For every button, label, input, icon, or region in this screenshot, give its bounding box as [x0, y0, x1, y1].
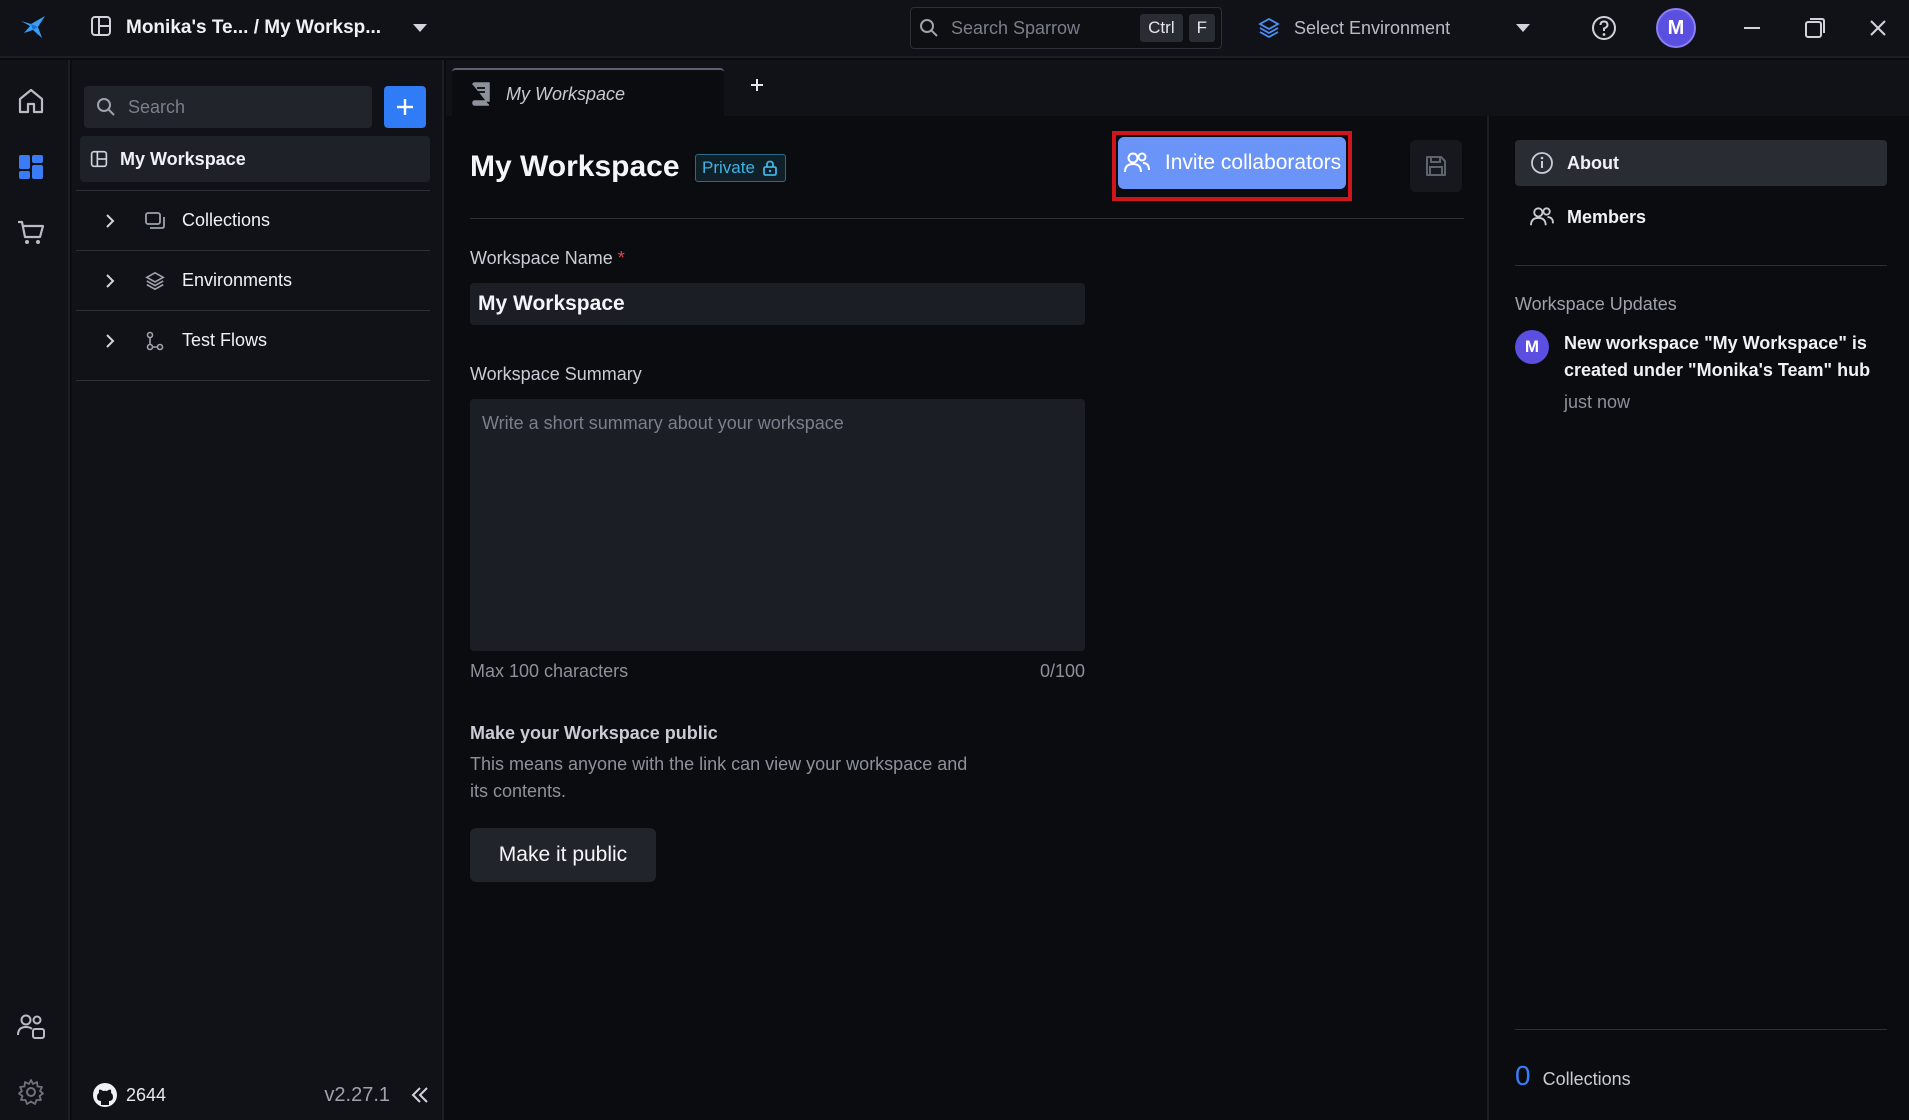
panel-divider — [1515, 265, 1887, 266]
github-stars-count: 2644 — [126, 1084, 167, 1105]
update-timestamp: just now — [1564, 392, 1631, 412]
workspace-name-label: Workspace Name * — [470, 248, 625, 269]
make-public-button[interactable]: Make it public — [470, 828, 656, 882]
chevron-right-icon — [90, 333, 130, 349]
environment-select[interactable]: Select Environment — [1258, 8, 1538, 48]
make-public-description: This means anyone with the link can view… — [470, 754, 968, 801]
collapse-sidebar-icon[interactable] — [408, 1083, 432, 1107]
sidebar-divider — [76, 380, 430, 381]
chevron-right-icon — [90, 213, 130, 229]
collections-count-stat: 0 Collections — [1515, 1060, 1631, 1092]
tab-bar: My Workspace — [446, 60, 1909, 118]
update-message: New workspace "My Workspace" is created … — [1564, 333, 1871, 380]
layers-icon — [1258, 17, 1280, 39]
chevron-right-icon — [90, 273, 130, 289]
sidebar-search-input[interactable]: Search — [84, 86, 372, 128]
global-search[interactable]: Search Sparrow Ctrl F — [910, 7, 1222, 49]
restore-window-icon[interactable] — [1801, 14, 1829, 42]
info-icon — [1529, 151, 1555, 175]
update-avatar: M — [1515, 330, 1549, 364]
add-new-button[interactable] — [384, 86, 426, 128]
lock-icon — [761, 159, 779, 177]
plus-icon — [394, 96, 416, 118]
github-icon[interactable] — [92, 1082, 118, 1108]
sidebar-item-test-flows[interactable]: Test Flows — [76, 310, 430, 370]
private-badge: Private — [695, 154, 786, 182]
workspace-grid-icon — [90, 15, 112, 42]
make-public-title: Make your Workspace public — [470, 723, 718, 743]
shortcut-key-ctrl: Ctrl — [1140, 14, 1183, 42]
workspace-grid-icon — [90, 150, 108, 168]
panel-nav-label: Members — [1567, 206, 1647, 227]
top-bar: Monika's Te... / My Worksp... Search Spa… — [0, 0, 1909, 58]
user-avatar[interactable]: M — [1656, 8, 1696, 48]
left-rail — [0, 60, 70, 1120]
settings-gear-icon[interactable] — [14, 1075, 48, 1109]
members-icon — [1123, 151, 1151, 175]
workspace-name-input[interactable] — [470, 283, 1085, 325]
help-icon[interactable] — [1590, 14, 1618, 42]
required-marker: * — [617, 248, 625, 268]
panel-nav-members[interactable]: Members — [1515, 194, 1887, 240]
summary-char-limit-hint: Max 100 characters — [470, 661, 629, 681]
workspace-switcher[interactable]: Monika's Te... / My Worksp... — [90, 10, 428, 46]
page-title: My Workspace — [470, 150, 680, 183]
app-version: v2.27.1 — [324, 1083, 390, 1106]
chevron-down-icon — [413, 24, 428, 32]
app-window: Monika's Te... / My Worksp... Search Spa… — [0, 0, 1909, 1120]
save-floppy-icon — [1424, 154, 1448, 178]
environment-label: Select Environment — [1294, 17, 1451, 38]
sparrow-logo-icon[interactable] — [18, 12, 50, 44]
marketplace-cart-icon[interactable] — [14, 216, 48, 250]
save-button[interactable] — [1410, 140, 1462, 192]
new-tab-plus-icon[interactable] — [744, 72, 770, 98]
header-divider — [470, 218, 1464, 219]
sidebar-workspace-item[interactable]: My Workspace — [80, 136, 430, 182]
sidebar-workspace-label: My Workspace — [120, 148, 246, 169]
collections-icon — [140, 211, 170, 231]
minimize-icon[interactable] — [1738, 14, 1766, 42]
close-icon[interactable] — [1864, 14, 1892, 42]
sidebar-item-label: Collections — [182, 210, 271, 230]
sidebar-search-placeholder: Search — [128, 96, 186, 117]
search-icon — [96, 97, 116, 117]
invite-button-label: Invite collaborators — [1164, 151, 1342, 174]
chevron-down-icon — [1516, 24, 1530, 32]
shortcut-key-f: F — [1188, 14, 1215, 42]
workspace-dashboard-icon[interactable] — [14, 150, 48, 184]
collections-count: 0 — [1515, 1060, 1531, 1091]
sidebar-item-label: Test Flows — [182, 330, 268, 350]
workspace-summary-label: Workspace Summary — [470, 364, 642, 384]
workspace-name-label-text: Workspace Name — [470, 248, 613, 268]
tab-my-workspace[interactable]: My Workspace — [452, 68, 724, 118]
workspace-summary-textarea[interactable] — [470, 399, 1085, 651]
sidebar: Search My Workspace Collections Environm… — [72, 60, 444, 1120]
panel-nav-label: About — [1567, 152, 1619, 173]
panel-nav-about[interactable]: About — [1515, 140, 1887, 186]
collections-count-label: Collections — [1542, 1069, 1631, 1089]
book-icon — [470, 82, 492, 106]
team-members-icon[interactable] — [14, 1009, 48, 1043]
layers-icon — [140, 271, 170, 291]
sidebar-item-label: Environments — [182, 270, 293, 290]
workspace-updates-title: Workspace Updates — [1515, 294, 1677, 314]
workspace-info-panel: About Members Workspace Updates M New wo… — [1487, 116, 1909, 1120]
home-icon[interactable] — [14, 84, 48, 118]
visibility-badge-label: Private — [702, 158, 755, 177]
sidebar-item-environments[interactable]: Environments — [76, 250, 430, 310]
search-icon — [919, 18, 939, 38]
sidebar-item-collections[interactable]: Collections — [76, 190, 430, 250]
panel-footer-divider — [1515, 1029, 1887, 1030]
summary-char-count: 0/100 — [1039, 661, 1085, 681]
workspace-path: Monika's Te... / My Worksp... — [126, 17, 382, 38]
workspace-settings-main: My Workspace Private Invite collaborator… — [446, 116, 1486, 1120]
sidebar-footer: 2644 v2.27.1 — [92, 1075, 432, 1115]
search-placeholder: Search Sparrow — [951, 17, 1081, 38]
tab-label: My Workspace — [506, 83, 626, 104]
members-icon — [1529, 206, 1555, 228]
invite-collaborators-button[interactable]: Invite collaborators — [1118, 137, 1346, 189]
flow-icon — [140, 331, 170, 351]
